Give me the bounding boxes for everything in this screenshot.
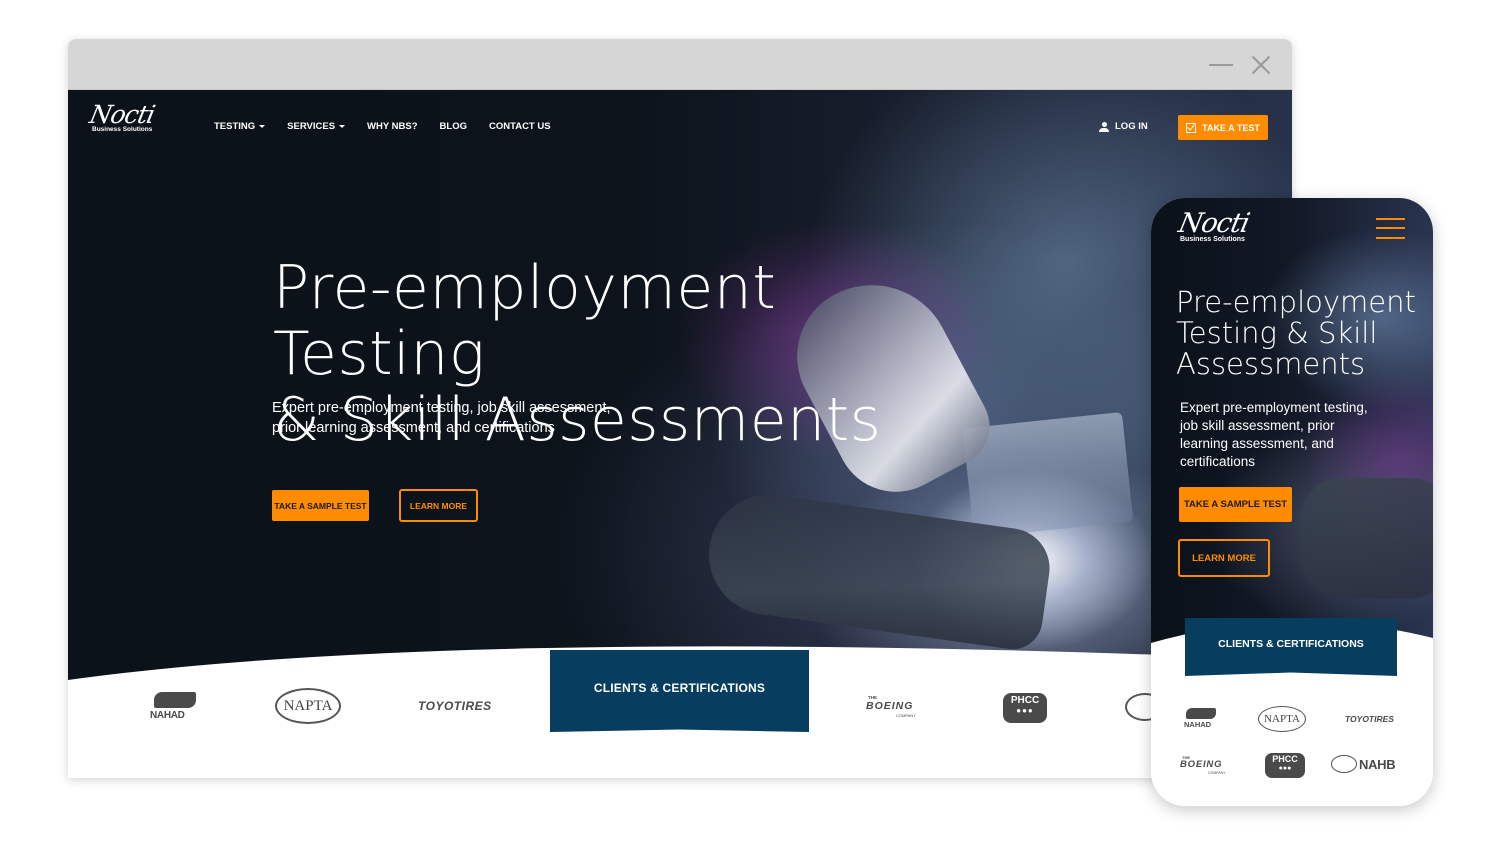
login-label: LOG IN — [1115, 121, 1148, 132]
nav-item-testing[interactable]: TESTING — [214, 121, 266, 132]
phcc-dots-icon: ●●● — [1278, 765, 1292, 772]
nav-item-contact-us[interactable]: CONTACT US — [489, 121, 551, 132]
take-a-test-button[interactable]: TAKE A TEST — [1178, 115, 1268, 140]
napta-logo: NAPTA — [1258, 706, 1306, 732]
nav-item-label: SERVICES — [287, 121, 336, 132]
nav-item-services[interactable]: SERVICES — [287, 121, 346, 132]
checkbox-icon — [1186, 122, 1197, 133]
toyo-tires-logo: TOYOTIRES — [1345, 714, 1394, 724]
mobile-phone-mockup: Nocti Business Solutions Pre-employment … — [1151, 198, 1433, 806]
minimize-icon[interactable] — [1209, 53, 1233, 77]
boeing-company-text: COMPANY — [1208, 771, 1226, 775]
chevron-down-icon — [339, 125, 346, 128]
clients-certifications-banner[interactable]: CLIENTS & CERTIFICATIONS — [550, 650, 809, 732]
nahb-logo-text: NAHB — [1359, 756, 1396, 772]
hamburger-menu-icon[interactable] — [1376, 218, 1405, 240]
take-sample-test-button[interactable]: TAKE A SAMPLE TEST — [272, 490, 369, 521]
mobile-clients-certifications-banner[interactable]: CLIENTS & CERTIFICATIONS — [1185, 618, 1397, 676]
mobile-nocti-logo[interactable]: Nocti Business Solutions — [1176, 208, 1259, 248]
boeing-wordmark: BOEING — [866, 700, 914, 712]
logo-script: Nocti — [1175, 208, 1252, 239]
nav-item-why-nbs[interactable]: WHY NBS? — [367, 121, 418, 132]
nav-item-label: BLOG — [439, 121, 467, 132]
login-link[interactable]: LOG IN — [1099, 121, 1148, 132]
user-icon — [1099, 121, 1109, 132]
napta-logo: NAPTA — [275, 688, 341, 724]
phcc-logo: PHCC ●●● — [1003, 693, 1047, 723]
hero-subtitle-line: job skill assessment, prior — [1180, 418, 1335, 433]
nav-item-label: CONTACT US — [489, 121, 551, 132]
hero-subtitle-line: learning assessment, and — [1180, 436, 1334, 451]
welder-arm-image — [1301, 478, 1433, 598]
hero-title-line: Assessments — [1176, 347, 1366, 381]
chevron-down-icon — [259, 125, 266, 128]
phcc-dots-icon: ●●● — [1016, 706, 1034, 715]
nahad-logo-text: NAHAD — [150, 710, 185, 721]
nav-item-label: WHY NBS? — [367, 121, 418, 132]
boeing-logo: THE BOEING COMPANY — [866, 695, 930, 719]
nahad-swoosh-icon — [154, 692, 196, 708]
hero-subtitle: Expert pre-employment testing, job skill… — [272, 398, 632, 438]
phcc-logo-text: PHCC — [1010, 695, 1040, 706]
desktop-browser-window: Nocti Business Solutions TESTING SERVICE… — [68, 39, 1292, 778]
hero-title-line: Testing & Skill — [1176, 316, 1378, 350]
desktop-viewport: Nocti Business Solutions TESTING SERVICE… — [68, 90, 1292, 778]
nahb-emblem-icon — [1331, 755, 1357, 773]
toyo-tires-logo: TOYOTIRES — [418, 699, 492, 713]
logo-subtitle: Business Solutions — [92, 126, 153, 133]
mobile-take-sample-test-button[interactable]: TAKE A SAMPLE TEST — [1179, 487, 1292, 522]
hero-subtitle-line: Expert pre-employment testing, job skill… — [272, 400, 611, 416]
mobile-learn-more-button[interactable]: LEARN MORE — [1178, 539, 1270, 577]
nocti-logo[interactable]: Nocti Business Solutions — [87, 100, 162, 136]
hero-subtitle-line: prior learning assessment, and certifica… — [272, 420, 555, 436]
nav-item-label: TESTING — [214, 121, 256, 132]
mobile-hero-title: Pre-employment Testing & Skill Assessmen… — [1176, 287, 1426, 380]
learn-more-button[interactable]: LEARN MORE — [399, 489, 478, 522]
logo-script: Nocti — [86, 100, 158, 129]
boeing-logo: THE BOEING COMPANY — [1180, 755, 1238, 777]
hero-subtitle-line: certifications — [1180, 454, 1256, 469]
nahad-logo: NAHAD — [1184, 708, 1218, 730]
main-nav: TESTING SERVICES WHY NBS? BLOG CONTACT U… — [214, 121, 573, 132]
close-icon[interactable] — [1249, 53, 1273, 77]
nahad-logo-text: NAHAD — [1184, 720, 1212, 729]
hero-title-line: Pre-employment — [1176, 285, 1416, 319]
mobile-hero-subtitle: Expert pre-employment testing, job skill… — [1180, 399, 1390, 471]
boeing-company-text: COMPANY — [896, 713, 916, 718]
nahb-logo: NAHB — [1331, 755, 1396, 773]
boeing-wordmark: BOEING — [1180, 759, 1223, 770]
window-titlebar — [68, 39, 1292, 90]
hero-title-line: Pre-employment Testing — [273, 253, 777, 389]
hero-subtitle-line: Expert pre-employment testing, — [1180, 400, 1368, 415]
nahad-swoosh-icon — [1186, 708, 1216, 719]
take-a-test-label: TAKE A TEST — [1202, 122, 1260, 133]
nahad-logo: NAHAD — [150, 692, 198, 722]
nav-item-blog[interactable]: BLOG — [440, 121, 467, 132]
logo-subtitle: Business Solutions — [1180, 236, 1245, 243]
phcc-logo: PHCC ●●● — [1265, 753, 1305, 778]
phcc-logo-text: PHCC — [1272, 754, 1298, 764]
